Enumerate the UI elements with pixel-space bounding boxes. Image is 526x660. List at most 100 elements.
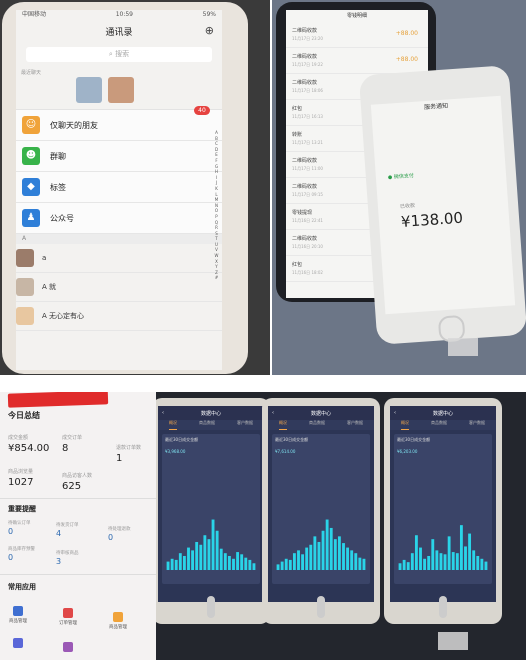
chart-bar [244,557,248,570]
chart-value: ¥6,203.00 [397,449,418,454]
goods-icon [113,612,123,622]
tab-customers[interactable]: 客户数据 [347,420,363,430]
person-name: A 就 [42,283,57,291]
tab-overview[interactable]: 概况 [279,420,287,430]
avatar [16,278,34,296]
chart-value: ¥3,968.00 [165,449,186,454]
chart-bar [451,552,455,570]
tab-products[interactable]: 商品数据 [199,420,215,430]
contact-row-tags[interactable]: ◆ 标签 [16,172,222,203]
chart-bar [301,554,305,570]
home-button[interactable] [207,596,215,618]
chart-bar [227,555,231,570]
contact-row-official-accounts[interactable]: ♟ 公众号 [16,203,222,234]
avatar[interactable] [76,77,102,103]
bill-date: 11月16日 18:02 [292,270,323,275]
chart-bar [406,562,410,570]
todo-value: 0 [8,527,14,536]
tag-icon: ◆ [22,178,40,196]
stat-refunds: 退款订单数 1 [116,444,141,464]
page-title: 通讯录 [105,27,133,38]
bill-date: 11月17日 13:21 [292,140,323,145]
back-icon[interactable]: ‹ [162,410,164,416]
wechat-pay-label: ● 微信支付 [388,172,414,181]
chart-bar [321,530,325,570]
person-name: a [42,254,47,262]
todo-item[interactable]: 待审核商品 3 [56,550,79,566]
todo-label: 待发货订单 [56,523,79,528]
phone-frame: ‹ 数据中心 概况 商品数据 客户数据 最近30日成交金额 ¥7,614.00 [262,398,380,624]
app-goods-manage[interactable]: 商品管理 [106,612,130,630]
app-extra[interactable] [56,642,80,654]
chart-bar [443,554,447,570]
todo-item[interactable]: 商品库存预警 0 [8,546,35,562]
home-button[interactable] [439,596,447,618]
chart-bar [317,541,321,570]
chart-bar [472,550,476,570]
back-icon[interactable]: ‹ [272,410,274,416]
todo-value: 0 [108,533,114,542]
chart-bar [414,535,418,570]
chart-bar [476,555,480,570]
todo-value: 0 [8,553,14,562]
bill-title: 二维码收款 [292,184,318,190]
stat-orders: 成交订单 8 [62,434,82,454]
chart-bar [174,559,178,570]
chart-bar [431,539,435,570]
bill-row[interactable]: 二维码收款 11月17日 19:22 +88.00 [286,48,428,74]
chart-bar [325,519,329,570]
index-letter[interactable]: # [214,275,219,281]
stat-value: 8 [62,443,69,454]
stat-visitors: 商品访客人数 625 [62,472,92,492]
contact-person[interactable]: A 无心定有心 [16,302,222,331]
app-product-manage[interactable]: 商品管理 [6,606,30,624]
data-center-screen: ‹ 数据中心 概况 商品数据 客户数据 最近30日成交金额 ¥7,614.00 [268,406,374,602]
app-label: 订单管理 [59,621,77,626]
contact-person[interactable]: A 就 [16,273,222,302]
chart-bar [215,530,219,570]
tab-bar: 概况 商品数据 客户数据 [268,420,374,430]
back-icon[interactable]: ‹ [394,410,396,416]
tab-products[interactable]: 商品数据 [309,420,325,430]
chart-bar [455,553,459,570]
tab-customers[interactable]: 客户数据 [237,420,253,430]
chart-bar [305,547,309,570]
app-extra[interactable] [6,638,30,650]
bill-row[interactable]: 二维码收款 11月17日 23:20 +88.00 [286,22,428,48]
tab-products[interactable]: 商品数据 [431,420,447,430]
tab-overview[interactable]: 概况 [169,420,177,430]
contact-row-group-chat[interactable]: ☻ 群聊 [16,141,222,172]
stat-value: 1027 [8,477,34,488]
chart-bar [191,550,195,570]
chart-value: ¥7,614.00 [275,449,296,454]
todo-item[interactable]: 待发货订单 4 [56,522,79,538]
todo-label: 待处理退款 [108,527,131,532]
bill-title: 红包 [292,262,303,268]
avatar[interactable] [108,77,134,103]
index-letter[interactable]: W [214,253,219,259]
todo-item[interactable]: 待处理退款 0 [108,526,131,542]
bill-date: 11月17日 11:00 [292,166,323,171]
header-title: 数据中心 [310,410,331,417]
tab-customers[interactable]: 客户数据 [469,420,485,430]
chart-bar [166,561,170,570]
alphabet-index[interactable]: A B C D E F G H I J K L M N O P Q R S T U V W X Y Z # [214,130,219,281]
tab-overview[interactable]: 概况 [401,420,409,430]
contact-row-chat-friends[interactable]: ☺ 仅聊天的朋友 [16,110,222,141]
todo-label: 待确认订单 [8,521,31,526]
app-icon [63,642,73,652]
row-label: 公众号 [50,213,74,223]
contact-person[interactable]: a [16,244,222,273]
section-header: A [16,234,222,244]
chart-label: 最近30日成交金额 [165,437,199,442]
app-order-manage[interactable]: 订单管理 [56,608,80,626]
search-input[interactable]: ⌕ 搜索 [26,47,212,62]
chart-bar [362,558,366,570]
home-button[interactable] [317,596,325,618]
payment-notice-screen: 服务通知 ● 微信支付 已收款 ¥138.00 [370,95,516,315]
chart-bar [402,559,406,570]
todo-item[interactable]: 待确认订单 0 [8,520,31,536]
bill-title: 二维码收款 [292,80,318,86]
add-friend-icon[interactable]: ⊕ [205,24,214,37]
data-center-screen: ‹ 数据中心 概况 商品数据 客户数据 最近30日成交金额 ¥3,968.00 [158,406,264,602]
